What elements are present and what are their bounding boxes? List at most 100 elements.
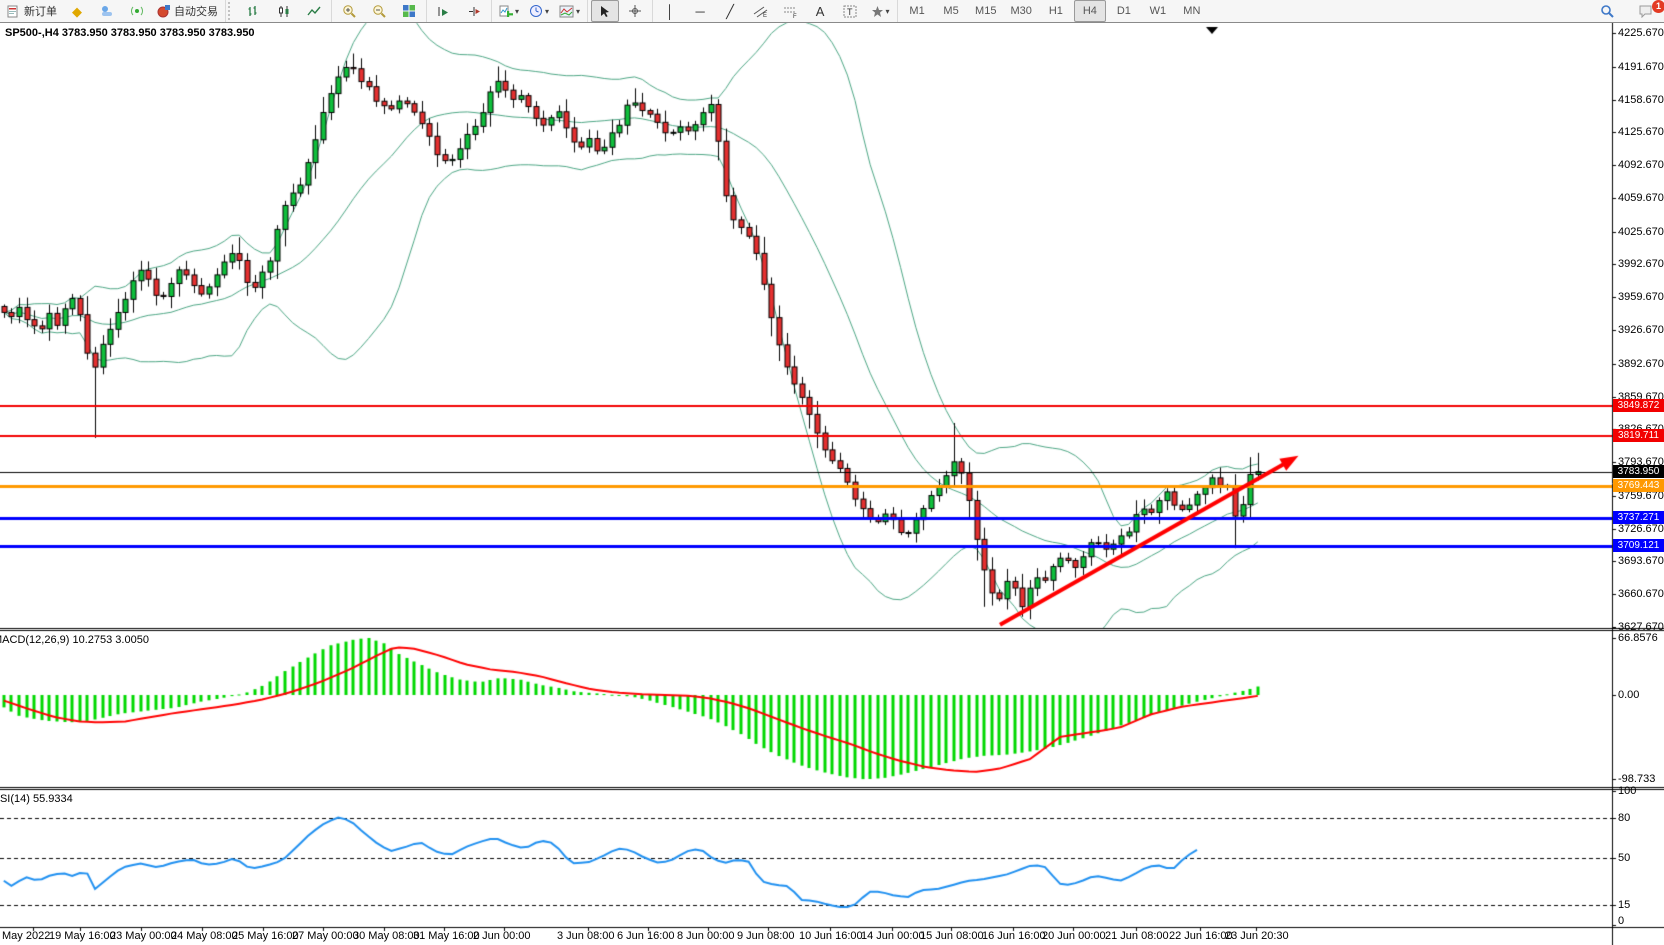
chat-icon	[1638, 4, 1653, 18]
mql-market-button[interactable]: ◆	[63, 0, 91, 22]
zoom-out-button[interactable]	[365, 0, 393, 22]
crosshair-button[interactable]	[621, 0, 649, 22]
hline-icon: ─	[695, 5, 704, 18]
notifications-button[interactable]: 1	[1631, 0, 1659, 22]
timeframe-m15-button[interactable]: M15	[969, 0, 1002, 22]
trendline-button[interactable]: ╱	[716, 0, 744, 22]
auto-scroll-button[interactable]	[430, 0, 458, 22]
price-axis-tick: 3959.670	[1618, 291, 1664, 303]
line-chart-button[interactable]	[300, 0, 328, 22]
time-axis-label: 20 Jun 00:00	[1042, 930, 1106, 942]
price-line-badge: 3769.443	[1613, 479, 1664, 492]
new-order-label: 新订单	[24, 3, 57, 19]
main-toolbar: 新订单 ◆ 自动交易	[0, 0, 1664, 23]
tile-windows-button[interactable]	[395, 0, 423, 22]
indicators-icon	[499, 4, 513, 18]
rsi-indicator-label: RSI(14) 55.9334	[0, 793, 73, 805]
channel-button[interactable]: E	[746, 0, 774, 22]
time-axis-label: 25 May 16:00	[232, 930, 299, 942]
rsi-axis-tick: 0	[1618, 915, 1624, 927]
time-axis-label: 23 May 00:00	[110, 930, 177, 942]
timeframe-d1-button[interactable]: D1	[1108, 0, 1140, 22]
zoom-in-icon	[342, 4, 357, 19]
symbol-ohlc-label: SP500-,H4 3783.950 3783.950 3783.950 378…	[5, 27, 255, 39]
text-button[interactable]: A	[806, 0, 834, 22]
autotrade-icon	[157, 4, 171, 18]
price-axis-tick: 3992.670	[1618, 258, 1664, 270]
cursor-button[interactable]	[591, 0, 619, 22]
price-line-badge: 3819.711	[1613, 429, 1664, 442]
auto-trading-button[interactable]: 自动交易	[153, 0, 222, 22]
chart-canvas[interactable]	[0, 22, 1664, 945]
periods-icon	[529, 4, 543, 18]
price-axis-tick: 3926.670	[1618, 324, 1664, 336]
label-button[interactable]: T	[836, 0, 864, 22]
order-group: 新订单 ◆ 自动交易	[0, 0, 226, 22]
periods-button[interactable]: ▾	[525, 0, 553, 22]
time-axis-label: 16 Jun 16:00	[982, 930, 1046, 942]
templates-button[interactable]: ▾	[555, 0, 584, 22]
crosshair-icon	[628, 4, 642, 18]
signals-icon	[130, 4, 144, 18]
new-order-button[interactable]: 新订单	[3, 0, 61, 22]
price-line-badge: 3849.872	[1613, 399, 1664, 412]
time-axis-label: 19 May 16:00	[49, 930, 116, 942]
time-axis-label: 31 May 16:00	[413, 930, 480, 942]
chart-shift-button[interactable]	[460, 0, 488, 22]
svg-text:E: E	[763, 13, 767, 18]
auto-trading-label: 自动交易	[174, 3, 218, 19]
time-axis-label: 10 Jun 16:00	[799, 930, 863, 942]
mql-diamond-icon: ◆	[72, 5, 82, 18]
fibo-button[interactable]: F	[776, 0, 804, 22]
time-axis-label: 24 May 08:00	[171, 930, 238, 942]
time-axis-label: 14 Jun 00:00	[861, 930, 925, 942]
price-axis-tick: 4125.670	[1618, 126, 1664, 138]
notification-badge: 1	[1652, 0, 1664, 13]
fibo-icon: F	[783, 5, 798, 18]
signals-button[interactable]	[123, 0, 151, 22]
timeframe-m1-button[interactable]: M1	[901, 0, 933, 22]
toolbar-right: 1	[1592, 0, 1660, 22]
scroll-group	[427, 0, 492, 22]
zoom-group	[332, 0, 427, 22]
time-axis-label: 15 Jun 08:00	[920, 930, 984, 942]
time-axis-label: 22 Jun 16:00	[1169, 930, 1233, 942]
rsi-axis-tick: 80	[1618, 812, 1630, 824]
time-axis-label: 9 Jun 08:00	[737, 930, 795, 942]
candle-chart-button[interactable]	[270, 0, 298, 22]
arrows-button[interactable]: ▾	[866, 0, 894, 22]
price-axis-tick: 3660.670	[1618, 588, 1664, 600]
chart-shift-icon	[467, 5, 481, 18]
chevron-down-icon: ▾	[576, 7, 580, 16]
price-line-badge: 3783.950	[1613, 465, 1664, 478]
time-axis-label: 27 May 00:00	[292, 930, 359, 942]
macd-axis-tick: -98.733	[1618, 773, 1655, 785]
timeframe-h1-button[interactable]: H1	[1040, 0, 1072, 22]
bar-chart-icon	[247, 5, 261, 18]
bar-chart-button[interactable]	[240, 0, 268, 22]
trendline-icon: ╱	[726, 5, 734, 18]
time-axis-label: 23 Jun 20:30	[1225, 930, 1289, 942]
label-icon: T	[843, 5, 857, 18]
zoom-in-button[interactable]	[335, 0, 363, 22]
timeframe-w1-button[interactable]: W1	[1142, 0, 1174, 22]
chevron-down-icon: ▾	[515, 7, 519, 16]
hline-button[interactable]: ─	[686, 0, 714, 22]
indicator-group: ▾ ▾ ▾	[492, 0, 588, 22]
svg-text:F: F	[793, 14, 797, 18]
toolbar-grip	[228, 2, 235, 20]
timeframe-m30-button[interactable]: M30	[1004, 0, 1037, 22]
timeframe-h4-button[interactable]: H4	[1074, 0, 1106, 22]
timeframe-mn-button[interactable]: MN	[1176, 0, 1208, 22]
search-button[interactable]	[1593, 0, 1621, 22]
publisher-button[interactable]	[93, 0, 121, 22]
price-axis-tick: 4059.670	[1618, 192, 1664, 204]
vline-button[interactable]: │	[656, 0, 684, 22]
pointer-group	[588, 0, 653, 22]
indicators-button[interactable]: ▾	[495, 0, 523, 22]
timeframe-m5-button[interactable]: M5	[935, 0, 967, 22]
price-axis-tick: 4025.670	[1618, 226, 1664, 238]
auto-scroll-icon	[437, 5, 451, 18]
rsi-axis-tick: 50	[1618, 852, 1630, 864]
time-axis-label: 30 May 08:00	[353, 930, 420, 942]
